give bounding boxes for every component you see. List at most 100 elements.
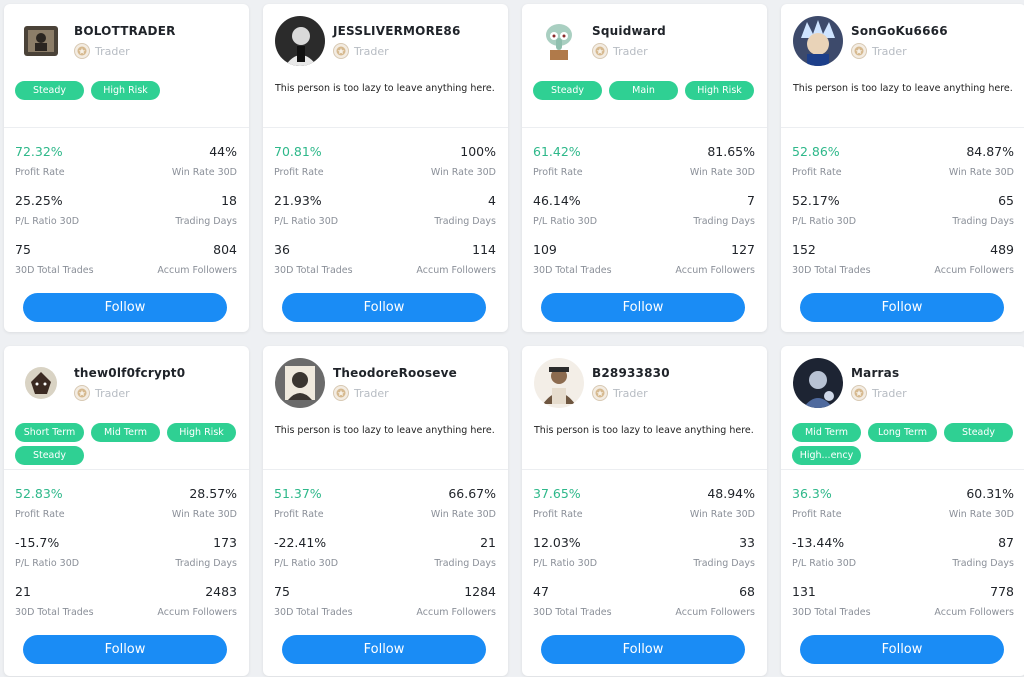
followers-value: 68 [739, 584, 755, 599]
win-rate-value: 84.87% [966, 144, 1014, 159]
profit-rate-label: Profit Rate [533, 509, 583, 520]
profit-rate-value: 37.65% [533, 486, 581, 501]
avatar[interactable] [275, 358, 325, 408]
tag-badge: High Risk [91, 81, 160, 100]
role-badge: Trader [851, 385, 907, 401]
stats-row-trades: 131 778 30D Total Trades Accum Followers [792, 584, 1014, 633]
role-badge: Trader [333, 43, 389, 59]
avatar[interactable] [793, 16, 843, 66]
trader-card[interactable]: B28933830 Trader This person is too lazy… [522, 346, 767, 676]
trader-card[interactable]: thew0lf0fcrypt0 Trader Short Term Mid Ter… [4, 346, 249, 676]
trader-name[interactable]: Marras [851, 366, 899, 380]
follow-button[interactable]: Follow [800, 293, 1004, 322]
role-label: Trader [872, 386, 907, 400]
card-header: B28933830 Trader This person is too lazy… [522, 346, 767, 470]
total-trades-label: 30D Total Trades [274, 265, 353, 276]
avatar[interactable] [275, 16, 325, 66]
trader-card[interactable]: Squidward Trader Steady Main High Risk 61.… [522, 4, 767, 332]
profit-rate-label: Profit Rate [792, 509, 842, 520]
avatar[interactable] [16, 16, 66, 66]
card-header: Squidward Trader Steady Main High Risk [522, 4, 767, 128]
profit-rate-label: Profit Rate [533, 167, 583, 178]
followers-value: 778 [990, 584, 1014, 599]
pl-ratio-value: -13.44% [792, 535, 845, 550]
total-trades-label: 30D Total Trades [792, 607, 871, 618]
tag-list: Short Term Mid Term High Risk Steady [15, 423, 241, 465]
follow-button[interactable]: Follow [23, 635, 227, 664]
follow-button[interactable]: Follow [800, 635, 1004, 664]
profit-rate-label: Profit Rate [15, 167, 65, 178]
trading-days-label: Trading Days [693, 216, 755, 227]
follow-button[interactable]: Follow [541, 293, 745, 322]
win-rate-value: 100% [460, 144, 496, 159]
stats-grid: 61.42% 81.65% Profit Rate Win Rate 30D 4… [533, 144, 755, 291]
stats-grid: 37.65% 48.94% Profit Rate Win Rate 30D 1… [533, 486, 755, 633]
follow-button[interactable]: Follow [541, 635, 745, 664]
total-trades-label: 30D Total Trades [274, 607, 353, 618]
trading-days-label: Trading Days [434, 216, 496, 227]
trading-days-value: 173 [213, 535, 237, 550]
stats-row-trades: 75 1284 30D Total Trades Accum Followers [274, 584, 496, 633]
trader-card[interactable]: SonGoKu6666 Trader This person is too la… [781, 4, 1024, 332]
tag-badge: Mid Term [792, 423, 861, 442]
avatar[interactable] [16, 358, 66, 408]
tag-badge: Steady [15, 81, 84, 100]
trader-badge-icon [74, 385, 90, 401]
total-trades-value: 21 [15, 584, 31, 599]
followers-label: Accum Followers [934, 265, 1014, 276]
stats-row-rates: 37.65% 48.94% Profit Rate Win Rate 30D [533, 486, 755, 535]
follow-button[interactable]: Follow [282, 293, 486, 322]
avatar[interactable] [793, 358, 843, 408]
total-trades-value: 109 [533, 242, 557, 257]
followers-value: 127 [731, 242, 755, 257]
trader-card[interactable]: BOLOTTRADER Trader Steady High Risk 72.32… [4, 4, 249, 332]
stats-grid: 52.86% 84.87% Profit Rate Win Rate 30D 5… [792, 144, 1014, 291]
trader-card[interactable]: TheodoreRooseve Trader This person is to… [263, 346, 508, 676]
bio-text: This person is too lazy to leave anythin… [275, 425, 495, 436]
profit-rate-label: Profit Rate [15, 509, 65, 520]
follow-button[interactable]: Follow [282, 635, 486, 664]
win-rate-value: 81.65% [707, 144, 755, 159]
total-trades-label: 30D Total Trades [15, 265, 94, 276]
tag-list: Mid Term Long Term Steady High...ency [792, 423, 1018, 465]
role-label: Trader [354, 44, 389, 58]
profit-rate-value: 72.32% [15, 144, 63, 159]
trading-days-value: 4 [488, 193, 496, 208]
pl-ratio-label: P/L Ratio 30D [15, 558, 80, 569]
win-rate-label: Win Rate 30D [689, 167, 755, 178]
stats-row-ratio: 21.93% 4 P/L Ratio 30D Trading Days [274, 193, 496, 242]
trading-days-label: Trading Days [693, 558, 755, 569]
total-trades-label: 30D Total Trades [792, 265, 871, 276]
card-header: thew0lf0fcrypt0 Trader Short Term Mid Ter… [4, 346, 249, 470]
avatar[interactable] [534, 16, 584, 66]
trader-name[interactable]: Squidward [592, 24, 666, 38]
stats-row-rates: 72.32% 44% Profit Rate Win Rate 30D [15, 144, 237, 193]
total-trades-value: 75 [274, 584, 290, 599]
trader-card[interactable]: Marras Trader Mid Term Long Term Steady Hig… [781, 346, 1024, 676]
role-label: Trader [613, 44, 648, 58]
pl-ratio-value: 46.14% [533, 193, 581, 208]
trader-name[interactable]: B28933830 [592, 366, 670, 380]
trader-name[interactable]: JESSLIVERMORE86 [333, 24, 461, 38]
pl-ratio-label: P/L Ratio 30D [533, 216, 598, 227]
role-badge: Trader [592, 385, 648, 401]
stats-row-trades: 21 2483 30D Total Trades Accum Followers [15, 584, 237, 633]
tag-list: Steady High Risk [15, 81, 241, 100]
trader-name[interactable]: BOLOTTRADER [74, 24, 176, 38]
tag-badge: Steady [944, 423, 1013, 442]
stats-row-rates: 70.81% 100% Profit Rate Win Rate 30D [274, 144, 496, 193]
trader-badge-icon [333, 385, 349, 401]
trader-name[interactable]: thew0lf0fcrypt0 [74, 366, 185, 380]
win-rate-value: 48.94% [707, 486, 755, 501]
tag-badge: Main [609, 81, 678, 100]
tag-badge: Short Term [15, 423, 84, 442]
followers-value: 1284 [464, 584, 496, 599]
avatar[interactable] [534, 358, 584, 408]
role-label: Trader [95, 44, 130, 58]
trader-name[interactable]: TheodoreRooseve [333, 366, 457, 380]
follow-button[interactable]: Follow [23, 293, 227, 322]
profit-rate-value: 70.81% [274, 144, 322, 159]
trader-card[interactable]: JESSLIVERMORE86 Trader This person is to… [263, 4, 508, 332]
trader-name[interactable]: SonGoKu6666 [851, 24, 948, 38]
followers-label: Accum Followers [416, 265, 496, 276]
